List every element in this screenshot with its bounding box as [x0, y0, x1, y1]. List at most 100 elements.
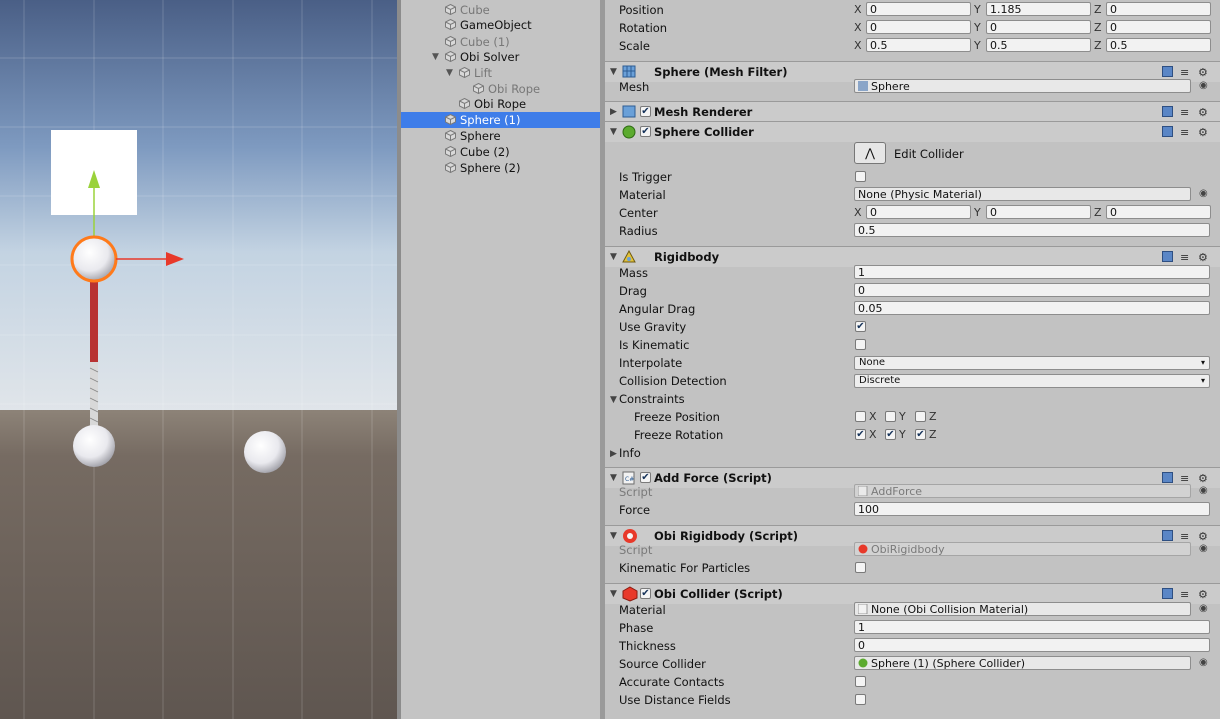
collider-material-field[interactable]: None (Physic Material) — [854, 187, 1191, 201]
gear-icon[interactable]: ⚙ — [1198, 126, 1208, 139]
scene-view[interactable] — [0, 0, 397, 719]
mesh-object-field[interactable]: Sphere — [854, 79, 1191, 93]
axis-z-label[interactable]: Z — [1094, 206, 1102, 219]
phase-field[interactable]: 1 — [854, 620, 1210, 634]
freeze-position-x-checkbox[interactable] — [855, 411, 866, 422]
radius-field[interactable]: 0.5 — [854, 223, 1210, 237]
freeze-rotation-z-checkbox[interactable] — [915, 429, 926, 440]
preset-sliders-icon[interactable]: ≡ — [1180, 66, 1189, 79]
edit-collider-button[interactable]: ⋀ — [854, 142, 886, 164]
angular-drag-field[interactable]: 0.05 — [854, 301, 1210, 315]
kinematic-particles-checkbox[interactable] — [855, 562, 866, 573]
gear-icon[interactable]: ⚙ — [1198, 251, 1208, 264]
accurate-contacts-checkbox[interactable] — [855, 676, 866, 687]
obi-collider-header[interactable]: ▼ Obi Collider (Script) ≡ ⚙ — [605, 583, 1220, 604]
hierarchy-item-cube[interactable]: Cube — [445, 2, 490, 18]
hierarchy-item-obi-rope[interactable]: Obi Rope — [459, 96, 526, 112]
gear-icon[interactable]: ⚙ — [1198, 66, 1208, 79]
help-book-icon[interactable] — [1162, 588, 1173, 599]
hierarchy-item-sphere-1[interactable]: Sphere (1) — [401, 112, 600, 128]
obi-collider-enabled-checkbox[interactable] — [640, 588, 651, 599]
foldout-triangle-icon[interactable]: ▼ — [610, 252, 617, 262]
foldout-triangle-icon[interactable]: ▼ — [610, 589, 617, 599]
freeze-position-z-checkbox[interactable] — [915, 411, 926, 422]
expand-triangle-icon[interactable]: ▼ — [446, 68, 453, 78]
distance-fields-checkbox[interactable] — [855, 694, 866, 705]
foldout-triangle-icon[interactable]: ▶ — [610, 107, 617, 117]
source-collider-field[interactable]: Sphere (1) (Sphere Collider) — [854, 656, 1191, 670]
freeze-rotation-x-checkbox[interactable] — [855, 429, 866, 440]
preset-sliders-icon[interactable]: ≡ — [1180, 588, 1189, 601]
obi-material-field[interactable]: None (Obi Collision Material) — [854, 602, 1191, 616]
mesh-renderer-header[interactable]: ▶ Mesh Renderer ≡ ⚙ — [605, 101, 1220, 122]
foldout-triangle-icon[interactable]: ▼ — [610, 127, 617, 137]
object-picker-icon[interactable]: ◉ — [1199, 188, 1208, 199]
gear-icon[interactable]: ⚙ — [1198, 530, 1208, 543]
drag-field[interactable]: 0 — [854, 283, 1210, 297]
foldout-triangle-icon[interactable]: ▼ — [610, 473, 617, 483]
scale-z-field[interactable]: 0.5 — [1106, 38, 1211, 52]
mass-field[interactable]: 1 — [854, 265, 1210, 279]
preset-sliders-icon[interactable]: ≡ — [1180, 251, 1189, 264]
hierarchy-item-obi-solver[interactable]: Obi Solver — [445, 49, 519, 65]
add-force-enabled-checkbox[interactable] — [640, 472, 651, 483]
hierarchy-item-gameobject[interactable]: GameObject — [445, 17, 532, 33]
rotation-x-field[interactable]: 0 — [866, 20, 971, 34]
axis-y-label[interactable]: Y — [974, 21, 981, 34]
is-kinematic-checkbox[interactable] — [855, 339, 866, 350]
center-y-field[interactable]: 0 — [986, 205, 1091, 219]
gear-icon[interactable]: ⚙ — [1198, 472, 1208, 485]
hierarchy-item-cube-1[interactable]: Cube (1) — [445, 34, 510, 50]
foldout-triangle-icon[interactable]: ▶ — [610, 449, 617, 459]
freeze-rotation-y-checkbox[interactable] — [885, 429, 896, 440]
axis-x-label[interactable]: X — [854, 3, 862, 16]
thickness-field[interactable]: 0 — [854, 638, 1210, 652]
help-book-icon[interactable] — [1162, 472, 1173, 483]
rotation-z-field[interactable]: 0 — [1106, 20, 1211, 34]
position-y-field[interactable]: 1.185 — [986, 2, 1091, 16]
axis-z-label[interactable]: Z — [1094, 3, 1102, 16]
scale-x-field[interactable]: 0.5 — [866, 38, 971, 52]
collision-detection-dropdown[interactable]: Discrete ▾ — [854, 374, 1210, 388]
sphere-collider-header[interactable]: ▼ Sphere Collider ≡ ⚙ — [605, 121, 1220, 142]
center-x-field[interactable]: 0 — [866, 205, 971, 219]
gear-icon[interactable]: ⚙ — [1198, 106, 1208, 119]
hierarchy-item-lift[interactable]: Lift — [459, 65, 492, 81]
center-z-field[interactable]: 0 — [1106, 205, 1211, 219]
sphere-collider-enabled-checkbox[interactable] — [640, 126, 651, 137]
expand-triangle-icon[interactable]: ▼ — [432, 52, 439, 62]
rotation-y-field[interactable]: 0 — [986, 20, 1091, 34]
gear-icon[interactable]: ⚙ — [1198, 588, 1208, 601]
preset-sliders-icon[interactable]: ≡ — [1180, 106, 1189, 119]
help-book-icon[interactable] — [1162, 126, 1173, 137]
foldout-triangle-icon[interactable]: ▼ — [610, 531, 617, 541]
foldout-triangle-icon[interactable]: ▼ — [610, 67, 617, 77]
axis-y-label[interactable]: Y — [974, 39, 981, 52]
hierarchy-item-sphere[interactable]: Sphere — [445, 128, 501, 144]
use-gravity-checkbox[interactable] — [855, 321, 866, 332]
help-book-icon[interactable] — [1162, 530, 1173, 541]
axis-z-label[interactable]: Z — [1094, 39, 1102, 52]
interpolate-dropdown[interactable]: None ▾ — [854, 356, 1210, 370]
help-book-icon[interactable] — [1162, 66, 1173, 77]
axis-y-label[interactable]: Y — [974, 206, 981, 219]
object-picker-icon[interactable]: ◉ — [1199, 80, 1208, 91]
help-book-icon[interactable] — [1162, 106, 1173, 117]
axis-x-label[interactable]: X — [854, 206, 862, 219]
foldout-triangle-icon[interactable]: ▼ — [610, 395, 617, 405]
scale-y-field[interactable]: 0.5 — [986, 38, 1091, 52]
force-field[interactable]: 100 — [854, 502, 1210, 516]
axis-y-label[interactable]: Y — [974, 3, 981, 16]
object-picker-icon[interactable]: ◉ — [1199, 657, 1208, 668]
hierarchy-item-cube-2[interactable]: Cube (2) — [445, 144, 510, 160]
axis-x-label[interactable]: X — [854, 21, 862, 34]
is-trigger-checkbox[interactable] — [855, 171, 866, 182]
axis-x-label[interactable]: X — [854, 39, 862, 52]
rigidbody-header[interactable]: ▼ Rigidbody ≡ ⚙ — [605, 246, 1220, 267]
axis-z-label[interactable]: Z — [1094, 21, 1102, 34]
object-picker-icon[interactable]: ◉ — [1199, 603, 1208, 614]
hierarchy-item-obi-rope-child[interactable]: Obi Rope — [473, 81, 540, 97]
help-book-icon[interactable] — [1162, 251, 1173, 262]
hierarchy-item-sphere-2[interactable]: Sphere (2) — [445, 160, 520, 176]
position-x-field[interactable]: 0 — [866, 2, 971, 16]
